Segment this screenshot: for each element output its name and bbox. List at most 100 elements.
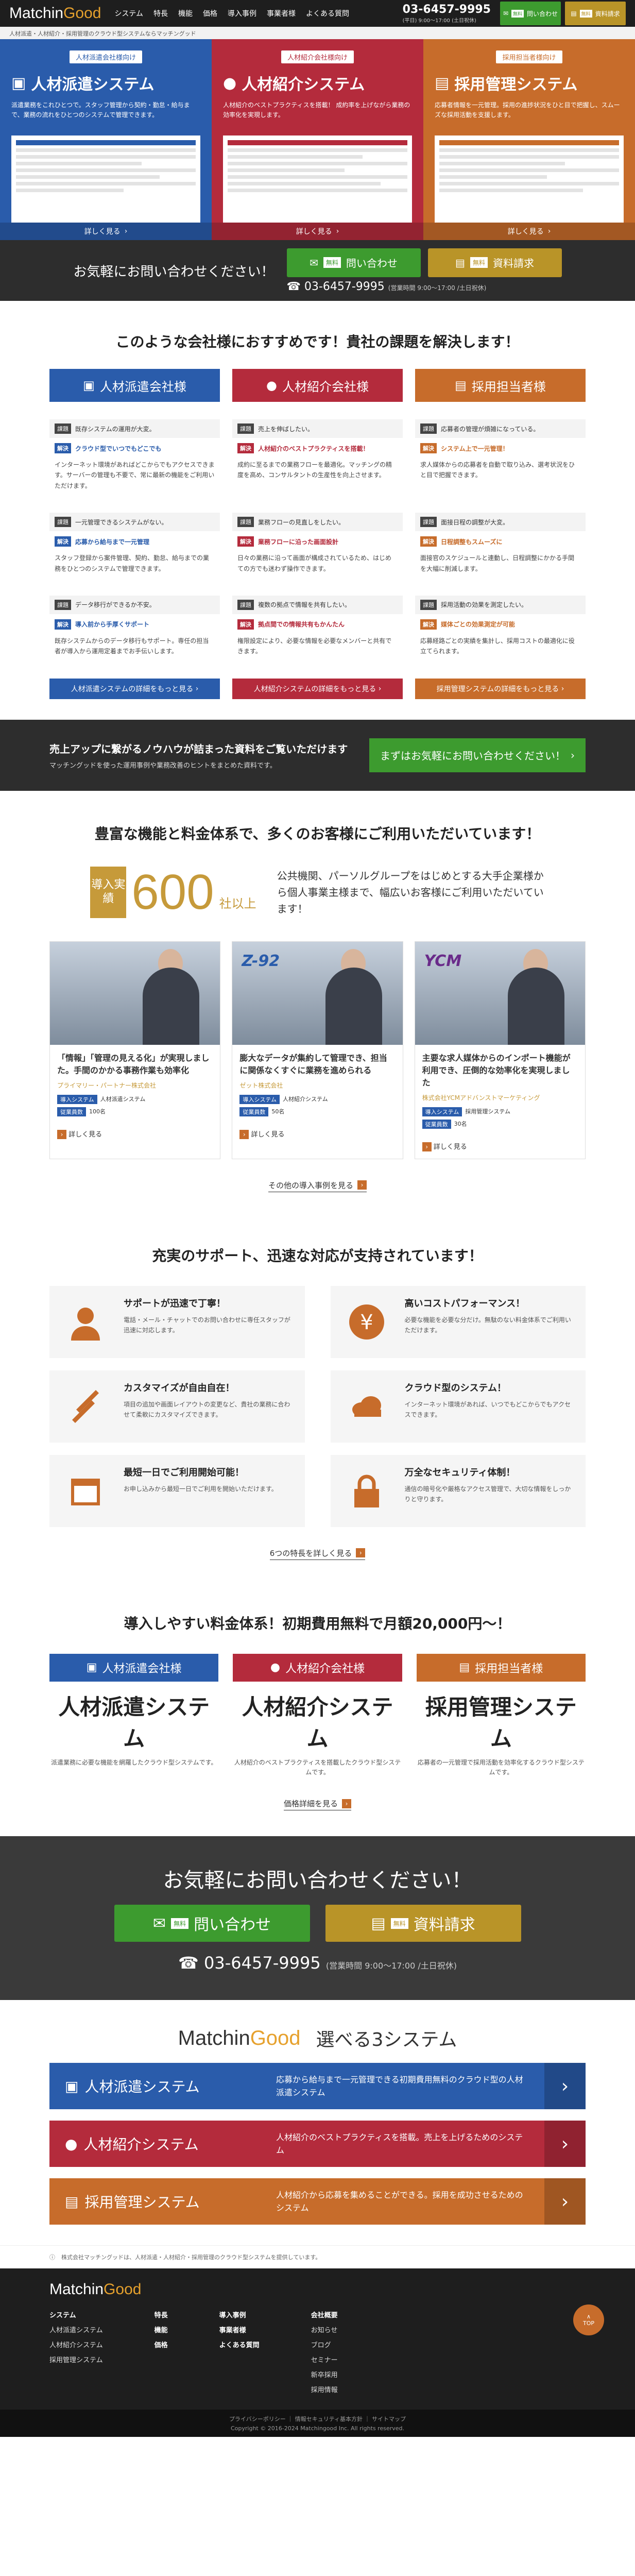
stat-description: 公共機関、パーソルグループをはじめとする大手企業様から個人事業主様まで、幅広いお… [277,869,544,915]
recommend-card: 課題 一元管理できるシステムがない。 解決 応募から給与まで一元管理 スタッフ登録か… [49,513,220,578]
chevron-right-icon: › [239,1129,249,1139]
case-more-link[interactable]: › 詳しく見る [50,1125,220,1146]
dispatch-detail-link[interactable]: 人材派遣システムの詳細をもっと見る › [49,678,220,699]
screenshot-image [435,135,624,223]
case-card[interactable]: Z-92 膨大なデータが集約して管理でき、担当に関係なくすぐに業務を進められる … [232,941,403,1159]
big-cta: お気軽にお問い合わせください！ ✉ 無料 問い合わせ ▤ 無料 資料請求 ☎ 03-64… [0,1836,635,2001]
chevron-right-icon: › [356,1548,366,1558]
stat-number: 600 [131,864,214,920]
chevron-right-icon: › [544,2063,586,2110]
briefcase-icon: ▤ [435,74,450,92]
mail-icon: ✉ [310,256,318,269]
case-more-link[interactable]: › 詳しく見る [232,1125,402,1146]
cta-document-button[interactable]: ▤ 無料 資料請求 [325,1905,521,1942]
feature-item: カスタマイズが自由自在！ 項目の追加や画面レイアウトの変更など、貴社の業務に合わせ… [49,1370,305,1443]
person-icon: ● [266,378,277,393]
briefcase-icon: ▤ [455,378,467,393]
case-title: 主要な求人媒体からのインポート機能が利用でき、圧倒的な効率化を実現しました [422,1053,571,1088]
footer-links[interactable]: プライバシーポリシー ｜ 情報セキュリティ基本方針 ｜ サイトマップ [5,2415,630,2423]
more-cases-link[interactable]: その他の導入事例を見る › [268,1180,367,1192]
staff-icon: ▣ [83,378,95,393]
phone-icon: ☎ [286,280,301,293]
nav-item-cases[interactable]: 導入事例 [228,8,256,19]
nav-item-system[interactable]: システム [114,8,143,19]
case-more-link[interactable]: › 詳しく見る [415,1137,585,1159]
copyright: Copyright © 2016-2024 Matchingood Inc. A… [231,2425,404,2432]
case-card[interactable]: 「情報」「管理の見える化」が実現しました。手間のかかる事務作業も効率化 プライマ… [49,941,221,1159]
chevron-right-icon: › [342,1799,351,1808]
select-logo: MatchinGood [178,2026,301,2049]
cta-document-button[interactable]: ▤ 無料 資料請求 [427,248,562,277]
chevron-right-icon: › [571,749,575,761]
select-row-dispatch[interactable]: ▣ 人材派遣システム 応募から給与まで一元管理できる初期費用無料のクラウド型の人材… [49,2063,586,2110]
chevron-right-icon: › [57,1129,66,1139]
chevron-right-icon: › [547,227,551,236]
chevron-right-icon: › [378,684,382,693]
price-more-link[interactable]: 価格詳細を見る › [283,1798,351,1811]
hero-more-link[interactable]: 詳しく見る › [0,223,212,240]
footer-bottom: プライバシーポリシー ｜ 情報セキュリティ基本方針 ｜ サイトマップ Copyr… [0,2410,635,2437]
recommend-head-recruit: ● 人材紹介会社様 [232,369,403,402]
hero-more-link[interactable]: 詳しく見る › [212,223,423,240]
achievement-stat: 導入実績 600 社以上 [90,864,256,921]
hero: 人材派遣会社様向け ▣ 人材派遣システム 派遣業務をこれひとつで。スタッフ管理から… [0,39,635,240]
recommend-head-dispatch: ▣ 人材派遣会社様 [49,369,220,402]
hero-more-link[interactable]: 詳しく見る › [423,223,635,240]
nav-item-features[interactable]: 特長 [153,8,168,19]
screenshot-image [223,135,412,223]
nav-item-faq[interactable]: よくある質問 [306,8,349,19]
ats-detail-link[interactable]: 採用管理システムの詳細をもっと見る › [415,678,586,699]
calendar-icon [60,1465,111,1517]
price-col-ats: ▤ 採用担当者様 採用管理システム 応募者の一元管理で採用活動を効率化するクラウド… [416,1653,586,1777]
case-card[interactable]: YCM 主要な求人媒体からのインポート機能が利用でき、圧倒的な効率化を実現しまし… [414,941,586,1159]
support-section: 充実のサポート、迅速な対応が支持されています！ サポートが迅速で丁寧！ 電話・メー… [0,1213,635,1581]
recommend-section: このような会社様におすすめです！貴社の課題を解決します！ ▣ 人材派遣会社様 ● 人… [0,301,635,720]
hero-title: ● 人材紹介システム [223,74,365,94]
breadcrumb: 人材派遣・人材紹介・採用管理のクラウド型システムならマッチングッド [0,27,635,39]
chevron-up-icon: ∧ [586,2313,591,2320]
hero-ats[interactable]: 採用担当者様向け ▤ 採用管理システム 応募者情報を一元管理。採用の進捗状況をひと… [423,39,635,240]
recommend-card: 課題 データ移行ができるか不安。 解決 導入前から手厚くサポート 既存システムからの… [49,595,220,661]
knowhow-contact-button[interactable]: まずはお気軽にお問い合わせください！ › [369,738,586,772]
feature-item: サポートが迅速で丁寧！ 電話・メール・チャットでのお問い合わせに専任スタッフが迅速… [49,1285,305,1358]
hero-dispatch[interactable]: 人材派遣会社様向け ▣ 人材派遣システム 派遣業務をこれひとつで。スタッフ管理から… [0,39,212,240]
person-icon: ● [223,74,237,92]
nav-item-price[interactable]: 価格 [203,8,217,19]
back-to-top-button[interactable]: ∧ TOP [573,2304,604,2336]
tools-icon [60,1381,111,1432]
cta-message: お気軽にお問い合わせください！ [163,1869,472,1893]
footer-logo[interactable]: MatchinGood [49,2281,586,2298]
case-company: プライマリー・パートナー株式会社 [57,1081,157,1089]
nav-item-functions[interactable]: 機能 [178,8,193,19]
select-row-ats[interactable]: ▤ 採用管理システム 人材紹介から応募を集めることができる。採用を成功させるための… [49,2178,586,2225]
footer: MatchinGood システム 人材派遣システム 人材紹介システム 採用管理シ… [0,2268,635,2410]
hero-desc: 応募者情報を一元管理。採用の進捗状況をひと目で把握し、スムーズな採用活動を支援し… [435,101,620,119]
section-title: 充実のサポート、迅速な対応が支持されています！ [152,1247,483,1264]
recommend-row: 課題 一元管理できるシステムがない。 解決 応募から給与まで一元管理 スタッフ登録か… [49,513,586,578]
header-document-button[interactable]: ▤ 無料 資料請求 [565,2,626,25]
header-tel-number: 03-6457-9995 [402,3,491,16]
cta-contact-button[interactable]: ✉ 無料 問い合わせ [114,1905,310,1942]
cta-tel[interactable]: ☎ 03-6457-9995 (営業時間 9:00〜17:00 /土日祝休) [287,280,562,293]
section-title: このような会社様におすすめです！貴社の課題を解決します！ [115,333,520,350]
cta-contact-button[interactable]: ✉ 無料 問い合わせ [286,248,421,277]
cta-tel[interactable]: ☎ 03-6457-9995 (営業時間 9:00〜17:00 /土日祝休) [178,1953,457,1973]
recruit-detail-link[interactable]: 人材紹介システムの詳細をもっと見る › [232,678,403,699]
hero-tag: 人材紹介会社様向け [281,50,354,63]
features-more-link[interactable]: 6つの特長を詳しく見る › [269,1548,366,1560]
hero-title: ▤ 採用管理システム [435,74,578,94]
global-nav: システム 特長 機能 価格 導入事例 事業者様 よくある質問 [114,8,349,19]
site-logo[interactable]: MatchinGood [9,5,101,22]
price-section: 導入しやすい料金体系！初期費用無料で月額20,000円〜！ ▣ 人材派遣会社様 人… [0,1581,635,1836]
hero-recruit[interactable]: 人材紹介会社様向け ● 人材紹介システム 人材紹介のベストプラクティスを搭載！ 成… [212,39,423,240]
select-row-recruit[interactable]: ● 人材紹介システム 人材紹介のベストプラクティスを搭載。売上を上げるためのシステ… [49,2121,586,2167]
header-tel[interactable]: 03-6457-9995 (平日) 9:00〜17:00 (土日祝休) [403,3,496,24]
header-contact-button[interactable]: ✉ 無料 問い合わせ [500,2,561,25]
person-icon: ● [270,1661,281,1674]
document-icon: ▤ [371,1914,386,1933]
nav-item-business[interactable]: 事業者様 [267,8,296,19]
feature-item: 最短一日でご利用開始可能！ お申し込みから最短一日でご利用を開始いただけます。 [49,1454,305,1527]
case-photo [50,941,220,1045]
briefcase-icon: ▤ [459,1661,470,1674]
chevron-right-icon: › [561,684,564,693]
